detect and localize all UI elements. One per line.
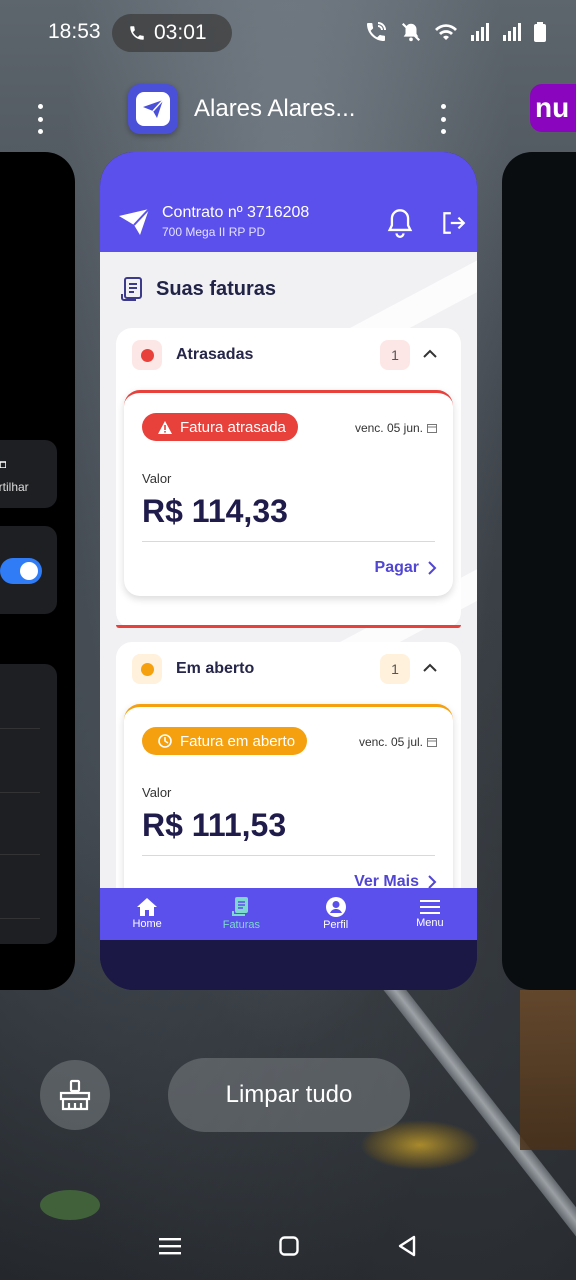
status-bar: 18:53 03:01 (0, 0, 576, 64)
nav-profile[interactable]: Perfil (289, 888, 383, 940)
alares-app-icon[interactable] (128, 84, 178, 134)
recent-app-card-right[interactable] (502, 152, 576, 990)
wifi-calling-icon (367, 22, 386, 41)
value-open: R$ 111,53 (142, 807, 287, 843)
main-app-header: Alares Alares... (128, 84, 355, 134)
group-open: Em aberto 1 Fatura em aberto venc. 05 ju… (116, 642, 461, 888)
signal-icon-1 (471, 23, 489, 41)
left-app-options-icon[interactable] (36, 104, 44, 134)
nav-profile-label: Perfil (323, 919, 349, 931)
due-date-overdue-text: venc. 05 jun. (354, 421, 423, 435)
see-more-button[interactable]: Ver Mais (354, 873, 437, 888)
app-topbar: Contrato nº 3716208 700 Mega II RP PD (100, 152, 477, 252)
group-overdue: Atrasadas 1 Fatura atrasada venc. 05 jun… (116, 328, 461, 628)
phone-icon (130, 26, 144, 40)
chevron-up-icon[interactable] (422, 346, 438, 362)
wifi-icon (435, 24, 457, 40)
clock-icon (158, 734, 172, 748)
calendar-icon (427, 424, 437, 433)
recent-app-card-alares[interactable]: Contrato nº 3716208 700 Mega II RP PD Su… (100, 152, 477, 990)
value-label-overdue: Valor (142, 471, 172, 486)
menu-icon (419, 900, 440, 914)
paper-plane-icon (143, 99, 164, 118)
signal-icon-2 (503, 23, 521, 41)
main-app-options-icon[interactable] (439, 104, 447, 134)
value-overdue: R$ 114,33 (142, 493, 288, 529)
bottom-nav: Home Faturas Perfil Menu (100, 888, 477, 940)
nav-invoices[interactable]: Faturas (194, 888, 288, 940)
recents-icon[interactable] (159, 1236, 181, 1256)
pay-button[interactable]: Pagar (375, 559, 437, 577)
app-title: Alares Alares... (194, 95, 356, 122)
due-date-overdue: venc. 05 jun. (355, 421, 437, 435)
chevron-up-icon[interactable] (422, 660, 438, 676)
invoices-section-title: Suas faturas (120, 276, 276, 302)
warning-icon (158, 420, 172, 434)
mute-icon (401, 22, 421, 42)
system-navigation-bar (0, 1212, 576, 1280)
clock: 18:53 (48, 20, 101, 43)
chevron-right-icon (428, 875, 437, 888)
group-open-count: 1 (380, 654, 410, 684)
bell-icon[interactable] (386, 208, 414, 238)
badge-overdue-text: Fatura atrasada (180, 418, 286, 436)
due-date-open-text: venc. 05 jul. (358, 735, 423, 749)
value-label-open: Valor (142, 785, 172, 800)
profile-icon (325, 897, 346, 917)
see-more-button-label: Ver Mais (354, 873, 419, 888)
invoice-icon (232, 897, 249, 916)
nav-home[interactable]: Home (100, 888, 194, 940)
nav-menu[interactable]: Menu (383, 888, 477, 940)
ongoing-call-pill[interactable]: 03:01 (112, 14, 232, 52)
battery-icon (534, 22, 546, 42)
brand-logo-icon (119, 208, 150, 235)
contract-info[interactable]: Contrato nº 3716208 700 Mega II RP PD (162, 204, 309, 239)
badge-open-text: Fatura em aberto (180, 732, 296, 750)
receipt-icon (121, 277, 142, 301)
chevron-right-icon (428, 561, 437, 575)
clean-memory-button[interactable] (40, 1060, 110, 1130)
nubank-app-icon[interactable]: nu (530, 84, 576, 132)
home-icon (137, 898, 158, 916)
left-card-toggle (0, 558, 42, 584)
contract-plan: 700 Mega II RP PD (162, 225, 266, 239)
logout-icon[interactable] (440, 210, 466, 236)
group-overdue-header[interactable]: Atrasadas 1 (116, 328, 461, 384)
broom-icon (59, 1079, 91, 1111)
group-overdue-label: Atrasadas (176, 346, 254, 363)
back-icon[interactable] (397, 1235, 417, 1257)
section-title-text: Suas faturas (156, 277, 277, 300)
overdue-dot (132, 340, 162, 370)
badge-overdue: Fatura atrasada (142, 413, 298, 441)
group-overdue-count: 1 (380, 340, 410, 370)
open-dot (132, 654, 162, 684)
nav-menu-label: Menu (416, 917, 444, 929)
left-card-share-label: artilhar (0, 480, 29, 494)
recent-app-card-left[interactable]: artilhar (0, 152, 75, 990)
contract-number: Contrato nº 3716208 (162, 204, 310, 221)
call-timer: 03:01 (154, 21, 207, 44)
pay-button-label: Pagar (374, 559, 419, 576)
invoice-card-overdue[interactable]: Fatura atrasada venc. 05 jun. Valor R$ 1… (124, 390, 453, 596)
left-card-list (0, 664, 57, 944)
nav-invoices-label: Faturas (222, 919, 261, 931)
due-date-open: venc. 05 jul. (359, 735, 437, 749)
qr-icon (0, 461, 6, 468)
calendar-icon (427, 738, 437, 747)
nav-home-label: Home (132, 918, 162, 930)
nubank-app-icon-text: nu (535, 92, 570, 123)
clear-all-button[interactable]: Limpar tudo (168, 1058, 410, 1132)
status-icons (364, 20, 546, 44)
invoices-content: Suas faturas Atrasadas 1 Fatura atrasada… (100, 252, 477, 888)
home-button-icon[interactable] (279, 1236, 299, 1256)
invoice-card-open[interactable]: Fatura em aberto venc. 05 jul. Valor R$ … (124, 704, 453, 888)
wallpaper-crate (520, 990, 576, 1150)
badge-open: Fatura em aberto (142, 727, 308, 755)
group-open-label: Em aberto (176, 660, 255, 677)
group-open-header[interactable]: Em aberto 1 (116, 642, 461, 698)
left-card-share-item: artilhar (0, 440, 57, 508)
